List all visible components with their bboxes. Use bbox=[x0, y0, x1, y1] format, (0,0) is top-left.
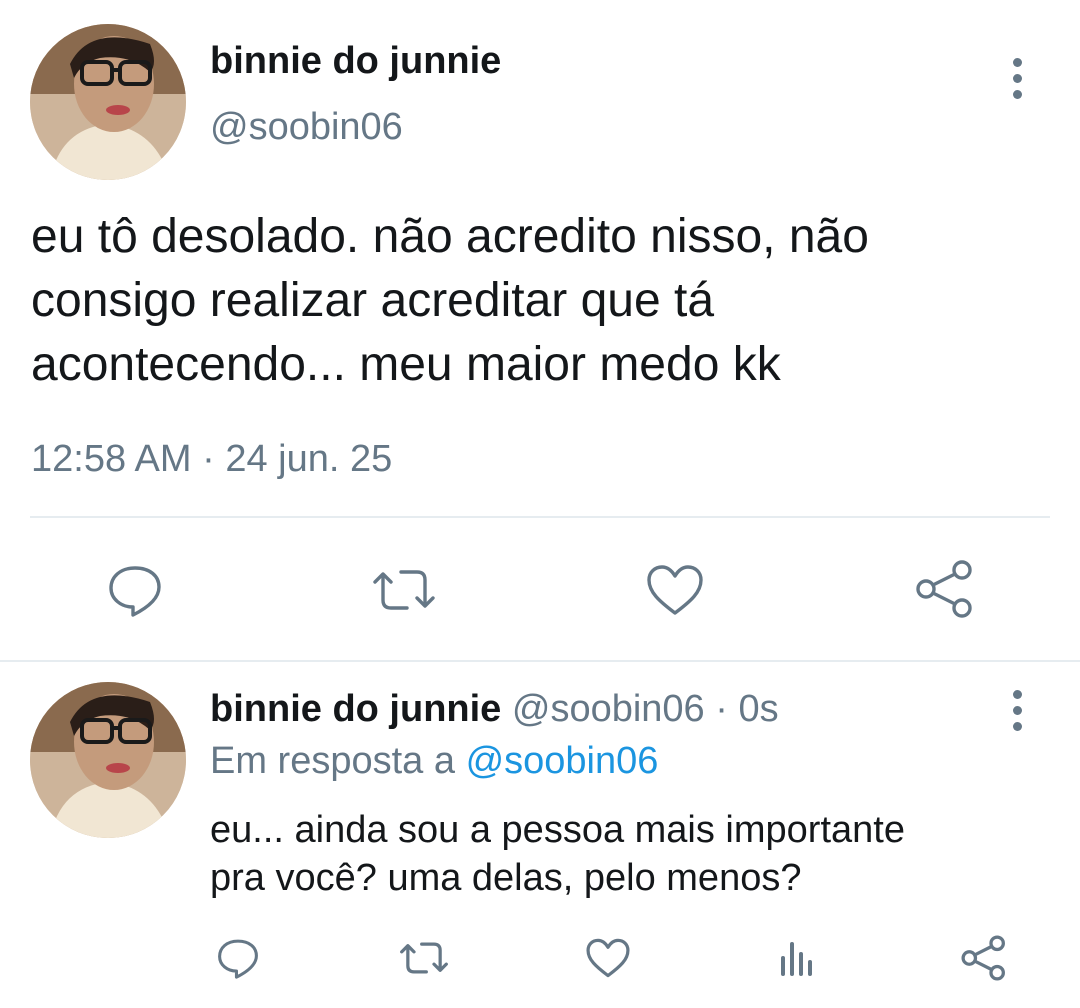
reply-tweet-author-handle[interactable]: @soobin06 bbox=[512, 688, 705, 730]
main-tweet-author-handle[interactable]: @soobin06 bbox=[210, 106, 403, 149]
like-icon bbox=[647, 565, 703, 615]
main-tweet-more-icon[interactable] bbox=[1007, 58, 1027, 99]
share-icon bbox=[916, 560, 972, 618]
reply-tweet-avatar[interactable] bbox=[30, 682, 186, 838]
retweet-button[interactable] bbox=[368, 560, 440, 620]
analytics-button[interactable] bbox=[772, 932, 822, 984]
retweet-button[interactable] bbox=[394, 930, 454, 986]
reply-tweet-header: binnie do junnie @soobin06 · 0s bbox=[210, 688, 779, 731]
like-icon bbox=[586, 938, 630, 978]
reply-tweet-text-line: eu... ainda sou a pessoa mais importante bbox=[210, 809, 905, 851]
reply-button[interactable] bbox=[100, 560, 170, 620]
main-tweet-text: eu tô desolado. não acredito nisso, não … bbox=[31, 205, 869, 397]
like-button[interactable] bbox=[640, 560, 710, 620]
main-tweet-avatar[interactable] bbox=[30, 24, 186, 180]
reply-tweet-more-icon[interactable] bbox=[1007, 690, 1027, 731]
reply-tweet-author-name[interactable]: binnie do junnie bbox=[210, 688, 501, 730]
divider bbox=[0, 660, 1080, 662]
reply-button[interactable] bbox=[210, 930, 266, 986]
share-icon bbox=[961, 935, 1005, 981]
main-tweet-timestamp[interactable]: 12:58 AM · 24 jun. 25 bbox=[31, 438, 392, 481]
replying-to-handle-link[interactable]: @soobin06 bbox=[466, 740, 659, 782]
reply-icon bbox=[109, 566, 161, 617]
main-tweet-author-name[interactable]: binnie do junnie bbox=[210, 40, 501, 83]
profile-photo-icon bbox=[30, 24, 186, 180]
profile-photo-icon bbox=[30, 682, 186, 838]
like-button[interactable] bbox=[580, 930, 636, 986]
share-button[interactable] bbox=[956, 930, 1012, 986]
main-tweet-text-line: consigo realizar acreditar que tá bbox=[31, 274, 715, 327]
reply-tweet-text: eu... ainda sou a pessoa mais importante… bbox=[210, 806, 905, 902]
main-tweet-text-line: eu tô desolado. não acredito nisso, não bbox=[31, 210, 869, 263]
reply-tweet-text-line: pra você? uma delas, pelo menos? bbox=[210, 857, 802, 899]
reply-tweet-time[interactable]: · 0s bbox=[715, 688, 778, 730]
replying-to-prefix: Em resposta a bbox=[210, 740, 455, 782]
reply-icon bbox=[218, 939, 258, 979]
retweet-icon bbox=[373, 570, 435, 610]
retweet-icon bbox=[400, 942, 448, 974]
main-tweet-text-line: acontecendo... meu maior medo kk bbox=[31, 338, 781, 391]
analytics-icon bbox=[781, 942, 812, 976]
share-button[interactable] bbox=[910, 556, 980, 622]
divider bbox=[30, 516, 1050, 518]
replying-to: Em resposta a @soobin06 bbox=[210, 740, 658, 783]
